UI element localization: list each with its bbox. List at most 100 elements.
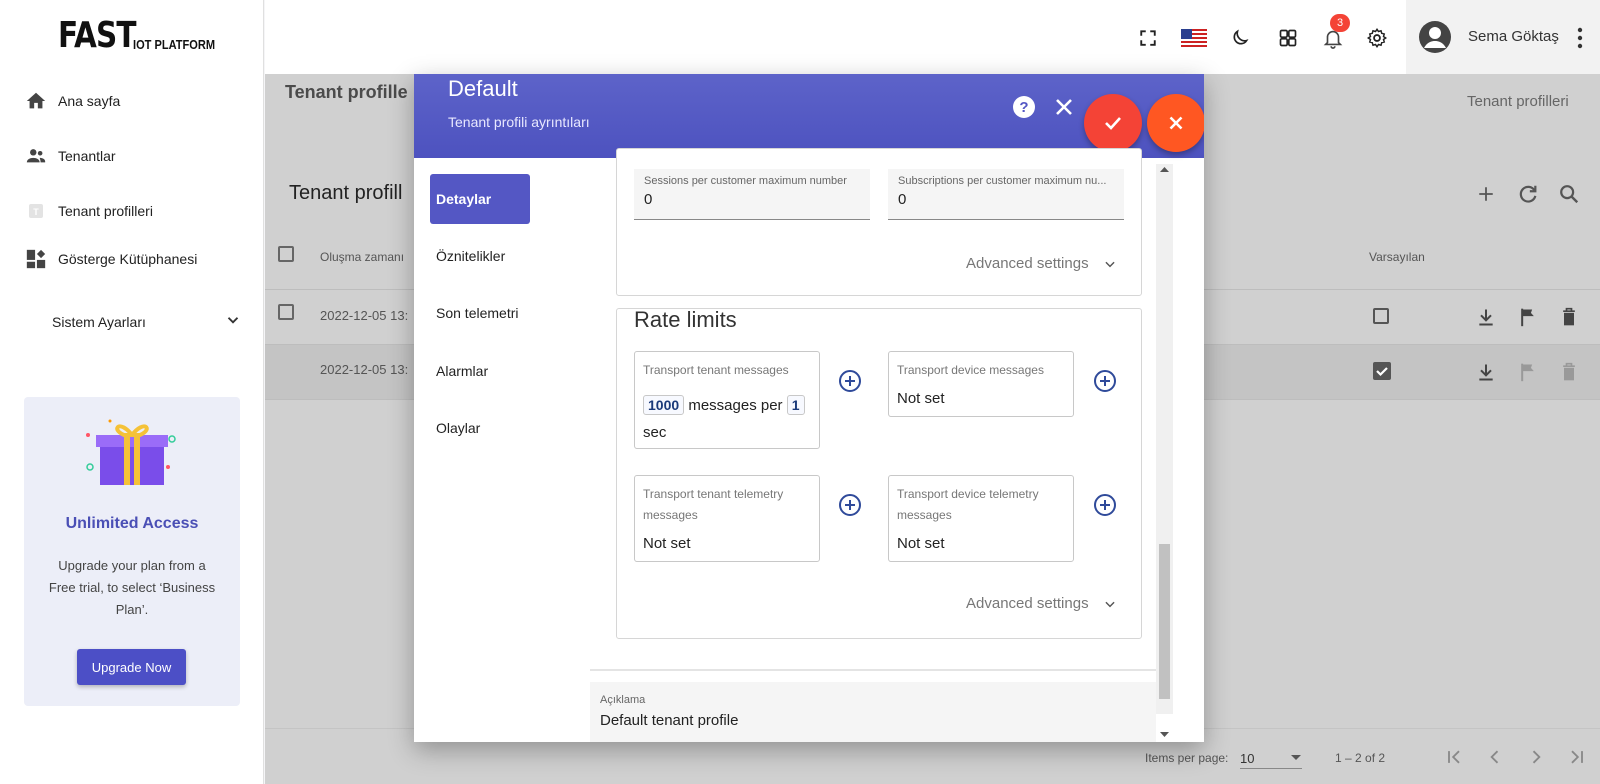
sidebar-item-home[interactable]: Ana sayfa [24,89,120,113]
dark-mode-icon[interactable] [1228,26,1252,50]
field-label: Açıklama [600,694,646,706]
download-icon[interactable] [1474,305,1498,329]
download-icon[interactable] [1474,360,1498,384]
field-label: Transport device telemetry messages [897,487,1039,522]
sidebar-item-label: Ana sayfa [58,93,121,109]
field-value: Not set [897,390,945,407]
tab-attributes[interactable]: Öznitelikler [430,231,530,281]
topbar [265,0,1600,74]
field-value: 0 [644,191,653,208]
save-button[interactable] [1084,94,1142,152]
promo-card: Unlimited Access Upgrade your plan from … [24,397,240,706]
subscriptions-per-customer-field[interactable]: Subscriptions per customer maximum nu...… [888,169,1124,220]
add-circle-icon[interactable] [838,493,862,517]
svg-text:T: T [33,207,39,217]
first-page-icon[interactable] [1442,745,1466,769]
sidebar-item-dashboards[interactable]: Gösterge Kütüphanesi [24,247,197,271]
user-menu[interactable]: Sema Göktaş [1406,0,1600,74]
dashboard-icon [24,247,48,271]
message-count-chip[interactable]: 1000 [643,395,685,415]
gear-icon[interactable] [1365,26,1389,50]
scrollbar[interactable] [1156,164,1173,737]
advanced-settings-toggle[interactable]: Advanced settings [966,595,1117,612]
sidebar: FAST IOT PLATFORM Ana sayfa Tenantlar T … [0,0,264,784]
tab-details[interactable]: Detaylar [430,174,530,224]
tab-events[interactable]: Olaylar [430,403,530,453]
fullscreen-icon[interactable] [1136,26,1160,50]
dialog-tabs: Detaylar Öznitelikler Son telemetri Alar… [414,158,590,742]
field-value: Not set [897,535,945,552]
logo: FAST IOT PLATFORM [58,18,230,54]
sidebar-item-tenant-profiles[interactable]: T Tenant profilleri [24,199,153,223]
field-value: Not set [643,535,691,552]
table-title: Tenant profill [289,182,403,204]
transport-device-messages-field[interactable]: Transport device messages Not set [888,351,1074,417]
rate-text: messages per [688,397,783,414]
add-circle-icon[interactable] [838,369,862,393]
tab-alarms[interactable]: Alarmlar [430,346,530,396]
logo-text: FAST [58,15,137,56]
items-per-page-value: 10 [1240,751,1255,766]
sessions-per-customer-field[interactable]: Sessions per customer maximum number 0 [634,169,870,220]
dropdown-arrow-icon [1291,755,1301,760]
sidebar-item-system-settings[interactable]: Sistem Ayarları [52,311,242,332]
cancel-button[interactable] [1147,94,1204,152]
dialog-title: Default [448,76,518,101]
apps-grid-icon[interactable] [1276,26,1300,50]
add-circle-icon[interactable] [1093,369,1117,393]
sidebar-item-label: Gösterge Kütüphanesi [58,251,198,267]
row-checkbox[interactable] [278,304,294,320]
sidebar-item-label: Sistem Ayarları [52,313,146,330]
items-per-page-label: Items per page: [1145,751,1229,765]
field-label: Subscriptions per customer maximum nu... [898,175,1107,187]
more-vert-icon[interactable] [1576,27,1584,49]
avatar [1419,21,1451,53]
promo-title: Unlimited Access [65,515,199,532]
tab-latest-telemetry[interactable]: Son telemetri [430,288,530,338]
dialog-header: Default Tenant profili ayrıntıları ? [414,74,1204,158]
sidebar-item-tenants[interactable]: Tenantlar [24,144,116,168]
delete-icon[interactable] [1557,305,1581,329]
breadcrumb: Tenant profilleri [1467,93,1569,110]
add-icon[interactable] [1474,182,1498,206]
items-per-page-select[interactable]: 10 [1240,745,1302,769]
add-circle-icon[interactable] [1093,493,1117,517]
previous-page-icon[interactable] [1483,745,1507,769]
column-header-default: Varsayılan [1369,250,1425,264]
promo-text: Upgrade your plan from a Free trial, to … [48,558,216,617]
last-page-icon[interactable] [1565,745,1589,769]
advanced-settings-label: Advanced settings [966,255,1089,272]
close-icon[interactable] [1054,97,1074,117]
advanced-settings-toggle[interactable]: Advanced settings [966,255,1117,272]
home-icon [24,89,48,113]
page-title: Tenant profille [285,82,408,102]
table-cell-created: 2022-12-05 13: [320,308,409,323]
next-page-icon[interactable] [1524,745,1548,769]
search-icon[interactable] [1557,182,1581,206]
gift-icon [86,419,176,485]
scroll-down-icon[interactable] [1160,732,1169,738]
scroll-up-icon[interactable] [1160,166,1169,172]
description-field[interactable]: Açıklama Default tenant profile [590,682,1156,742]
table-cell-created: 2022-12-05 13: [320,362,409,377]
transport-device-telemetry-field[interactable]: Transport device telemetry messages Not … [888,475,1074,562]
default-checkbox [1373,308,1389,324]
field-label: Transport tenant messages [643,363,789,377]
select-all-checkbox[interactable] [278,246,294,262]
column-header-created: Oluşma zamanı [320,250,405,264]
transport-tenant-telemetry-field[interactable]: Transport tenant telemetry messages Not … [634,475,820,562]
tenant-profile-icon: T [24,199,48,223]
chevron-down-icon [1104,261,1115,267]
dialog-subtitle: Tenant profili ayrıntıları [448,114,590,130]
refresh-icon[interactable] [1516,182,1540,206]
default-checkbox-checked [1373,362,1391,380]
flag-icon[interactable] [1516,305,1540,329]
scrollbar-thumb[interactable] [1159,544,1170,699]
rate-limits-title: Rate limits [634,307,737,332]
rate-limit-value: 1000 messages per 1 sec [643,392,813,446]
us-flag-icon[interactable] [1180,26,1208,50]
transport-tenant-messages-field[interactable]: Transport tenant messages 1000 messages … [634,351,820,449]
upgrade-now-button[interactable]: Upgrade Now [77,649,186,685]
help-icon[interactable]: ? [1012,95,1036,119]
period-chip[interactable]: 1 [786,395,805,415]
